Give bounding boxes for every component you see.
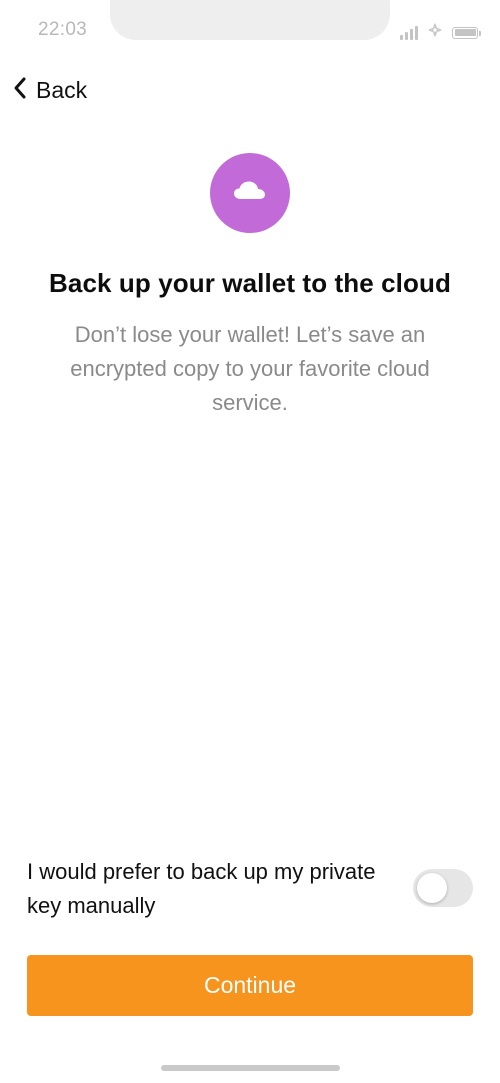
manual-backup-toggle[interactable] — [413, 869, 473, 907]
chevron-left-icon — [12, 76, 28, 105]
back-button[interactable]: Back — [12, 72, 87, 108]
back-label: Back — [36, 76, 88, 103]
status-icons — [400, 21, 481, 44]
cloud-icon — [232, 179, 268, 208]
signal-icon — [400, 25, 418, 40]
battery-icon — [452, 26, 481, 39]
home-indicator[interactable] — [161, 1065, 340, 1071]
page-subtitle: Don’t lose your wallet! Let’s save an en… — [70, 322, 430, 415]
cloud-badge — [210, 153, 290, 233]
page-title: Back up your wallet to the cloud — [49, 268, 451, 298]
status-time: 22:03 — [38, 19, 88, 40]
manual-backup-label: I would prefer to back up my private key… — [27, 859, 376, 918]
toggle-knob — [417, 873, 447, 903]
wifi-icon — [426, 21, 444, 44]
device-notch — [110, 0, 390, 40]
continue-button[interactable]: Continue — [27, 955, 473, 1016]
status-bar: 22:03 — [0, 0, 500, 60]
manual-backup-row: I would prefer to back up my private key… — [27, 855, 475, 925]
